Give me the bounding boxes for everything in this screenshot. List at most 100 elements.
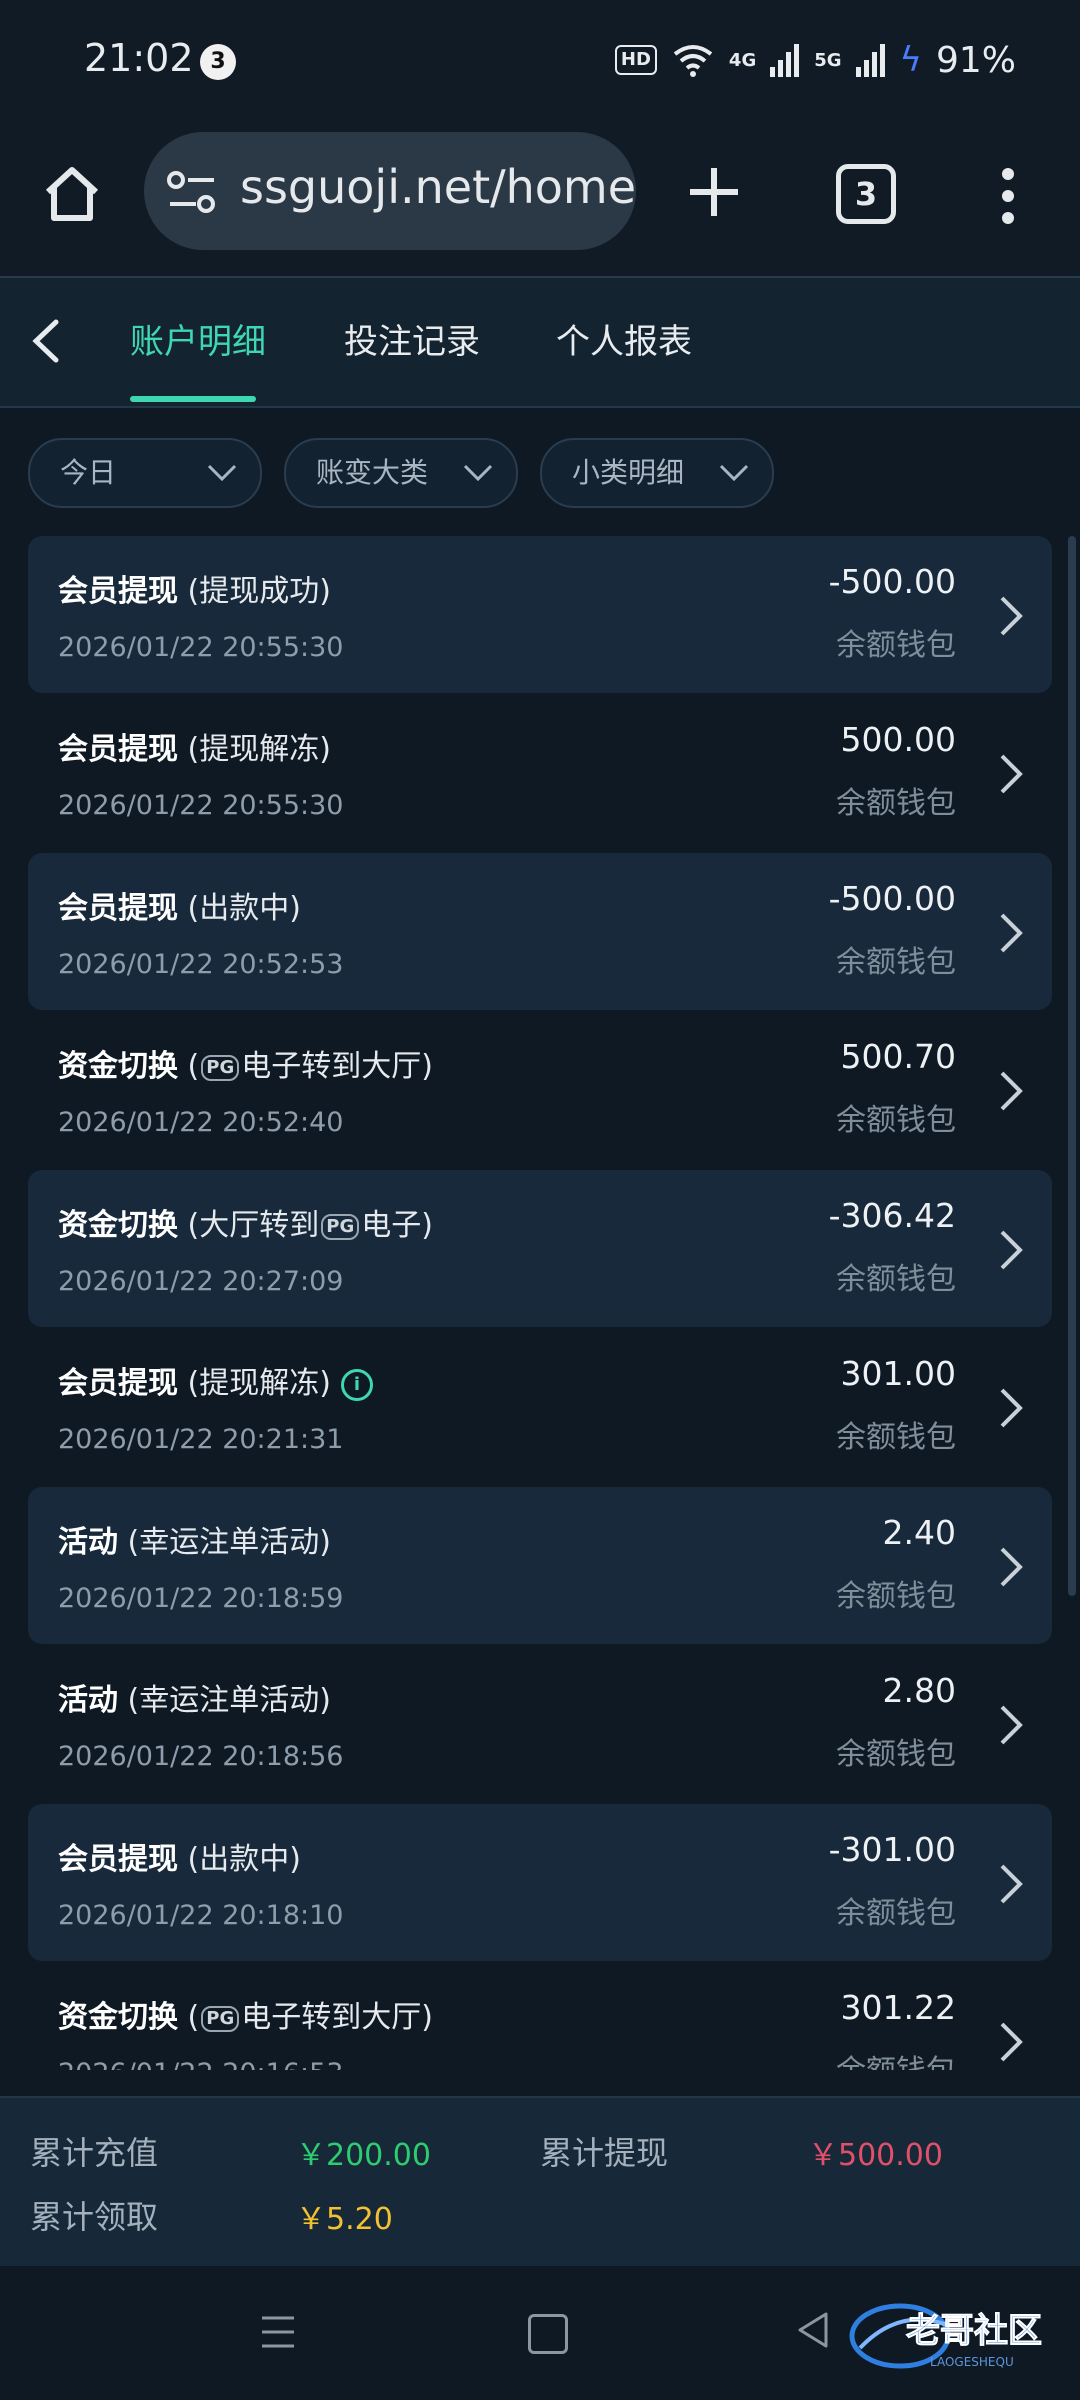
pg-logo-icon: PG (201, 1054, 240, 1081)
tab-account-details[interactable]: 账户明细 (130, 314, 266, 363)
hd-voice-icon: HD (614, 45, 657, 75)
back-arrow-icon[interactable] (26, 316, 66, 366)
url-text: ssguoji.net/home. (240, 160, 636, 214)
row-title: 会员提现 (58, 1842, 178, 1877)
filter-subcategory-label: 小类明细 (572, 456, 685, 489)
row-time: 2026/01/22 20:52:40 (58, 1107, 344, 1138)
home-icon[interactable] (40, 162, 104, 226)
info-icon[interactable]: i (340, 1368, 373, 1401)
row-title: 资金切换 (58, 1208, 178, 1243)
filter-subcategory-dropdown[interactable]: 小类明细 (540, 438, 774, 508)
browser-toolbar: ssguoji.net/home. 3 (0, 124, 1080, 278)
row-time: 2026/01/22 20:18:10 (58, 1900, 344, 1931)
charging-bolt-icon: ϟ (899, 40, 922, 80)
chevron-right-icon (1000, 1071, 1023, 1111)
row-detail-suffix: 电子转到大厅) (241, 2000, 433, 2035)
row-time: 2026/01/22 20:55:30 (58, 632, 344, 663)
total-recharge-label: 累计充值 (30, 2134, 159, 2172)
battery-percent: 91% (935, 39, 1016, 81)
system-home-icon[interactable] (528, 2314, 568, 2354)
chevron-right-icon (1000, 2022, 1023, 2062)
list-scrollbar[interactable] (1068, 536, 1076, 1596)
row-amount: -500.00 (828, 562, 956, 601)
filter-category-dropdown[interactable]: 账变大类 (284, 438, 518, 508)
chevron-right-icon (1000, 596, 1023, 636)
transaction-row[interactable]: 会员提现 (出款中) 2026/01/22 20:52:53 -500.00 余… (28, 853, 1052, 1010)
chevron-right-icon (1000, 754, 1023, 794)
transaction-row[interactable]: 活动 (幸运注单活动) 2026/01/22 20:18:56 2.80 余额钱… (28, 1645, 1052, 1802)
tab-switcher-button[interactable]: 3 (836, 164, 896, 224)
row-wallet: 余额钱包 (836, 2046, 956, 2070)
total-withdraw-label: 累计提现 (540, 2134, 669, 2172)
row-wallet: 余额钱包 (836, 1420, 956, 1455)
filter-category-label: 账变大类 (316, 456, 429, 489)
row-wallet: 余额钱包 (836, 1579, 956, 1614)
row-amount: 2.40 (882, 1513, 956, 1552)
page-nav: 账户明细 投注记录 个人报表 (0, 278, 1080, 408)
chevron-down-icon (463, 464, 493, 482)
status-icons: HD 4G 5G ϟ 91% (614, 38, 1016, 82)
row-wallet: 余额钱包 (836, 786, 956, 821)
row-amount: 500.00 (840, 720, 956, 759)
total-claim-value: ￥5.20 (296, 2202, 393, 2237)
system-navigation-bar: 老哥社区 LAOGESHEQU (0, 2266, 1080, 2400)
row-time: 2026/01/22 20:27:09 (58, 1266, 344, 1297)
chevron-right-icon (1000, 913, 1023, 953)
filter-date-label: 今日 (60, 456, 117, 489)
transaction-row[interactable]: 会员提现 (提现解冻) 2026/01/22 20:55:30 500.00 余… (28, 694, 1052, 851)
pg-logo-icon: PG (321, 1213, 360, 1240)
tab-personal-report[interactable]: 个人报表 (556, 314, 692, 363)
recent-apps-icon[interactable] (260, 2314, 296, 2350)
total-withdraw-value: ￥500.00 (808, 2138, 943, 2173)
row-detail-prefix: ( (187, 1049, 200, 1084)
address-bar[interactable]: ssguoji.net/home. (144, 132, 636, 250)
new-tab-icon[interactable] (684, 162, 744, 222)
active-tab-indicator (130, 396, 256, 402)
row-title: 活动 (58, 1683, 118, 1718)
row-wallet: 余额钱包 (836, 1896, 956, 1931)
transaction-row[interactable]: 会员提现 (提现成功) 2026/01/22 20:55:30 -500.00 … (28, 536, 1052, 693)
svg-text:老哥社区: 老哥社区 (906, 2311, 1042, 2351)
site-settings-icon[interactable] (166, 168, 218, 216)
signal-4g-icon (770, 44, 800, 77)
row-time: 2026/01/22 20:18:59 (58, 1583, 344, 1614)
row-title: 资金切换 (58, 2000, 178, 2035)
row-wallet: 余额钱包 (836, 628, 956, 663)
row-detail: (提现解冻) (187, 1366, 331, 1401)
row-detail: (提现成功) (187, 574, 331, 609)
chevron-down-icon (207, 464, 237, 482)
row-wallet: 余额钱包 (836, 1737, 956, 1772)
row-title: 会员提现 (58, 1366, 178, 1401)
total-recharge-value: ￥200.00 (296, 2138, 431, 2173)
row-detail: (出款中) (187, 891, 301, 926)
svg-text:LAOGESHEQU: LAOGESHEQU (930, 2355, 1014, 2369)
row-amount: -301.00 (828, 1830, 956, 1869)
row-time: 2026/01/22 20:21:31 (58, 1424, 344, 1455)
pg-logo-icon: PG (201, 2005, 240, 2032)
chevron-right-icon (1000, 1388, 1023, 1428)
chevron-down-icon (719, 464, 749, 482)
row-detail: (提现解冻) (187, 732, 331, 767)
more-menu-icon[interactable] (994, 166, 1022, 226)
transaction-list: 会员提现 (提现成功) 2026/01/22 20:55:30 -500.00 … (28, 536, 1052, 2070)
transaction-row[interactable]: 活动 (幸运注单活动) 2026/01/22 20:18:59 2.40 余额钱… (28, 1487, 1052, 1644)
row-time: 2026/01/22 20:52:53 (58, 949, 344, 980)
system-back-icon[interactable] (796, 2310, 830, 2350)
transaction-row[interactable]: 资金切换 (大厅转到 PG 电子) 2026/01/22 20:27:09 -306… (28, 1170, 1052, 1327)
tab-bet-records[interactable]: 投注记录 (344, 314, 480, 363)
chevron-right-icon (1000, 1864, 1023, 1904)
transaction-row[interactable]: 会员提现 (出款中) 2026/01/22 20:18:10 -301.00 余… (28, 1804, 1052, 1961)
row-title: 资金切换 (58, 1049, 178, 1084)
row-amount: 2.80 (882, 1671, 956, 1710)
transaction-row[interactable]: 资金切换 (PG 电子转到大厅) 2026/01/22 20:52:40 500.… (28, 1011, 1052, 1168)
row-detail: (幸运注单活动) (127, 1683, 331, 1718)
filter-date-dropdown[interactable]: 今日 (28, 438, 262, 508)
transaction-row[interactable]: 资金切换 (PG电子转到大厅) 2026/01/22 20:16:53 301.… (28, 1962, 1052, 2070)
status-time: 21:02 (84, 36, 194, 80)
watermark-logo: 老哥社区 LAOGESHEQU (849, 2303, 1043, 2369)
chevron-right-icon (1000, 1230, 1023, 1270)
row-title: 会员提现 (58, 574, 178, 609)
transaction-row[interactable]: 会员提现 (提现解冻) i 2026/01/22 20:21:31 301.00 … (28, 1328, 1052, 1485)
row-detail: (幸运注单活动) (127, 1525, 331, 1560)
row-amount: 301.22 (840, 1988, 956, 2027)
